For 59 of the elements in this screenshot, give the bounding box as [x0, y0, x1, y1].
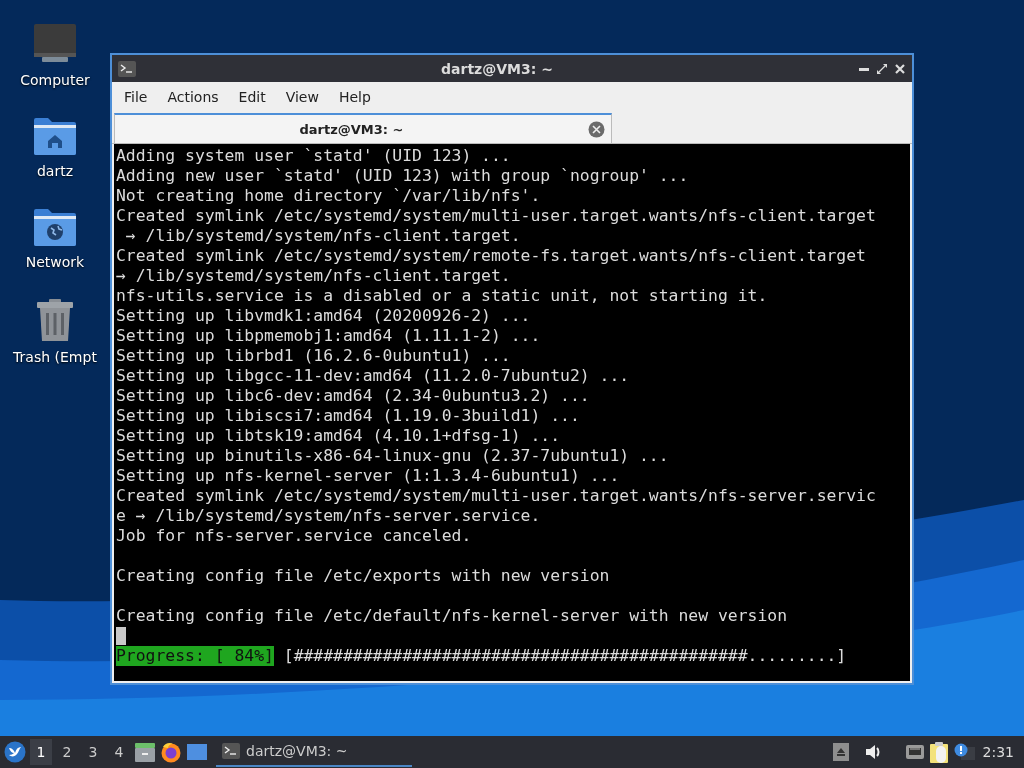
desktop-icon-label[interactable]: Computer [20, 72, 90, 88]
terminal-line: Created symlink /etc/systemd/system/multi-user.target.wants/nfs-client.target [116, 206, 877, 226]
terminal-line: Setting up libtsk19:amd64 (4.10.1+dfsg-1) ... [116, 426, 562, 446]
desktop-icon-label[interactable]: dartz [36, 163, 74, 179]
workspace-button[interactable]: 4 [108, 739, 130, 765]
progress-bar-text: [##############################################.........] [283, 646, 847, 666]
show-desktop-icon[interactable] [186, 742, 208, 762]
eject-icon[interactable] [832, 743, 849, 761]
network-folder-icon [34, 208, 76, 246]
terminal-line: Not creating home directory `/var/lib/nfs'. [116, 186, 542, 206]
terminal-line: Setting up libiscsi7:amd64 (1.19.0-3build1) ... [116, 406, 581, 426]
home-folder-icon [34, 117, 76, 155]
workspace-button[interactable]: 3 [82, 739, 104, 765]
terminal-line: Setting up libpmemobj1:amd64 (1.11.1-2) ... [116, 326, 542, 346]
window-title: dartz@VM3: ~ [440, 60, 554, 77]
terminal-line: Creating config file /etc/default/nfs-kernel-server with new version [116, 606, 789, 626]
trash-can-icon [36, 299, 74, 341]
terminal-line: Setting up libc6-dev:amd64 (2.34-0ubuntu3.2) ... [116, 386, 591, 406]
terminal-line: Setting up libvmdk1:amd64 (20200926-2) ... [116, 306, 532, 326]
terminal-line: Adding system user `statd' (UID 123) ... [116, 146, 512, 166]
workspace-button[interactable]: 2 [56, 739, 78, 765]
menu-item[interactable]: Help [328, 89, 381, 105]
menu-item[interactable]: Edit [228, 89, 276, 105]
wired-network-icon[interactable] [904, 744, 925, 760]
terminal-line: Created symlink /etc/systemd/system/multi-user.target.wants/nfs-server.servic [116, 486, 877, 506]
workspace-button[interactable]: 1 [30, 739, 52, 765]
terminal-line: nfs-utils.service is a disabled or a static unit, not starting it. [116, 286, 769, 306]
progress-label: Progress: [ 84%] [116, 646, 274, 666]
start-menu-icon[interactable] [4, 741, 26, 763]
terminal-line: Setting up nfs-kernel-server (1:1.3.4-6ubuntu1) ... [116, 466, 621, 486]
desktop-icon-label[interactable]: Trash (Empt [13, 349, 97, 365]
menu-item[interactable]: View [275, 89, 329, 105]
menu-item[interactable]: Actions [157, 89, 229, 105]
maximize-icon[interactable] [876, 62, 888, 75]
monitor-icon [34, 24, 76, 64]
notification-icon[interactable] [952, 743, 975, 761]
terminal-icon [118, 60, 136, 77]
desktop-icon-label[interactable]: Network [25, 254, 85, 270]
terminal-line: Setting up binutils-x86-64-linux-gnu (2.37-7ubuntu1) ... [116, 446, 670, 466]
terminal-tab[interactable]: dartz@VM3: ~ [114, 113, 612, 143]
web-browser-icon[interactable] [160, 741, 182, 763]
terminal-line: Setting up libgcc-11-dev:amd64 (11.2.0-7ubuntu2) ... [116, 366, 631, 386]
terminal-line: Created symlink /etc/systemd/system/remote-fs.target.wants/nfs-client.target [116, 246, 867, 266]
terminal-line: Job for nfs-server.service canceled. [116, 526, 473, 546]
menu-item[interactable]: File [114, 89, 158, 105]
terminal-line: Setting up librbd1 (16.2.6-0ubuntu1) ... [116, 346, 512, 366]
terminal-line: → /lib/systemd/system/nfs-client.target. [116, 266, 512, 286]
terminal-line: e → /lib/systemd/system/nfs-server.service. [116, 506, 542, 526]
close-tab-icon[interactable] [588, 120, 605, 138]
terminal-icon [222, 743, 240, 759]
terminal-line: Adding new user `statd' (UID 123) with group `nogroup' ... [116, 166, 690, 186]
terminal-line: Creating config file /etc/exports with new version [116, 566, 611, 586]
file-manager-icon[interactable] [134, 741, 156, 763]
text-cursor [116, 627, 126, 645]
close-icon[interactable] [894, 62, 906, 75]
clock[interactable]: 2:31 [978, 744, 1020, 760]
terminal-line: → /lib/systemd/system/nfs-client.target. [124, 226, 522, 246]
clipboard-icon[interactable] [928, 741, 949, 763]
taskbar-window-button[interactable]: dartz@VM3: ~ [216, 737, 412, 767]
